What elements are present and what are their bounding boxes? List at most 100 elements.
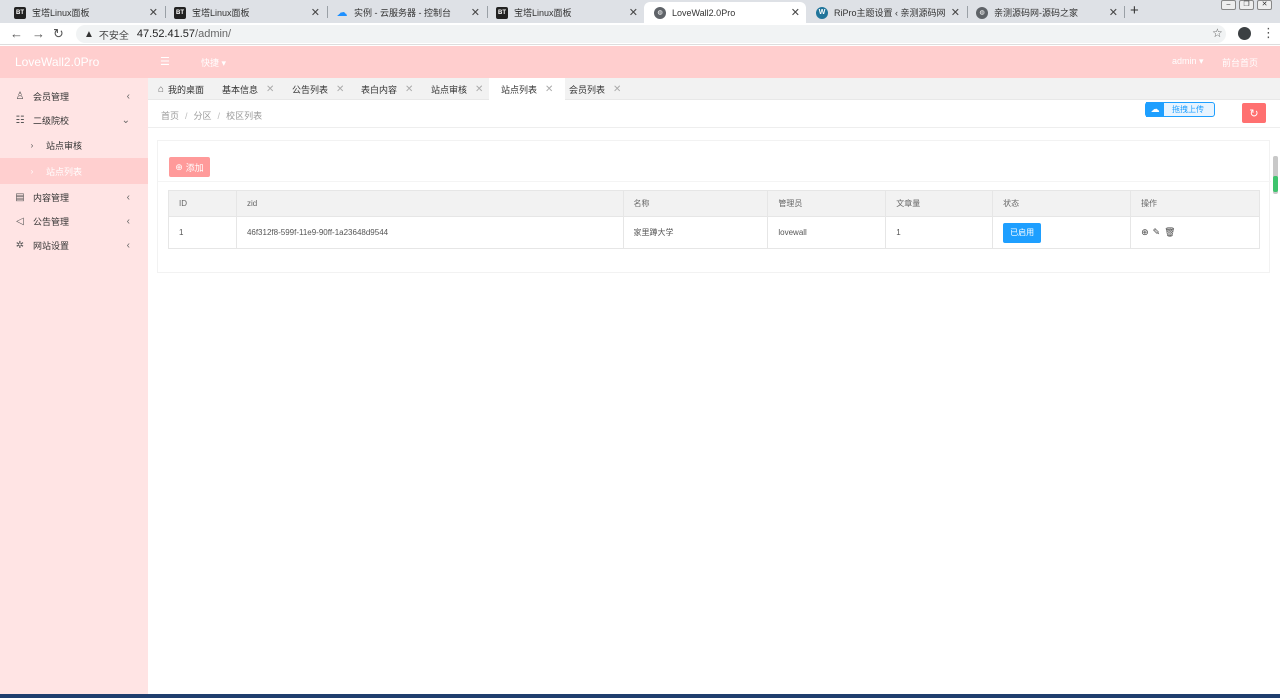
- drag-upload-button[interactable]: ☁ 拖拽上传: [1145, 102, 1215, 117]
- column-header: 管理员: [767, 190, 887, 217]
- chevron-down-icon: ▾: [1199, 56, 1204, 66]
- new-tab-button[interactable]: +: [1130, 2, 1139, 19]
- chevron-right-icon: ›: [30, 166, 34, 176]
- close-icon[interactable]: ✕: [475, 84, 483, 95]
- back-icon[interactable]: ←: [10, 26, 23, 41]
- warning-icon: ▲: [84, 28, 94, 40]
- cell-actions: ⊕ ✎ 🗑: [1130, 216, 1260, 249]
- close-icon[interactable]: ✕: [471, 6, 480, 19]
- tab-confession-content[interactable]: 表白内容 ✕: [361, 78, 413, 100]
- minimize-icon[interactable]: ‒: [1221, 0, 1236, 10]
- speaker-icon: ◁: [16, 215, 24, 227]
- browser-tab-label: 实例 - 云服务器 - 控制台: [354, 8, 451, 18]
- chevron-down-icon: ▾: [221, 58, 227, 68]
- bookmark-star-icon[interactable]: ☆: [1212, 26, 1223, 40]
- breadcrumb-home[interactable]: 首页: [161, 111, 179, 121]
- tab-desktop[interactable]: ⌂ 我的桌面: [158, 78, 204, 100]
- list-icon: ☷: [15, 114, 25, 126]
- edit-icon[interactable]: ✎: [1153, 227, 1161, 237]
- add-button-label: 添加: [185, 162, 204, 173]
- browser-tab[interactable]: BT 宝塔Linux面板 ✕: [486, 2, 644, 23]
- user-menu[interactable]: admin ▾: [1172, 56, 1204, 67]
- close-icon[interactable]: ✕: [1109, 6, 1118, 19]
- refresh-button[interactable]: ↻: [1242, 103, 1266, 123]
- close-icon[interactable]: ✕: [951, 6, 960, 19]
- close-icon[interactable]: ✕: [149, 6, 158, 19]
- browser-tab[interactable]: W RiPro主题设置 ‹ 亲测源码网 — W ✕: [806, 2, 966, 23]
- sidebar-item-label: 内容管理: [33, 192, 70, 203]
- add-button[interactable]: ⊕ 添加: [169, 157, 210, 177]
- column-header: 文章量: [885, 190, 994, 217]
- column-header: 名称: [622, 190, 769, 217]
- chevron-left-icon: ‹: [126, 191, 130, 203]
- browser-tab-active[interactable]: ◍ LoveWall2.0Pro ✕: [644, 2, 806, 23]
- close-window-icon[interactable]: ✕: [1257, 0, 1272, 10]
- browser-tab-label: RiPro主题设置 ‹ 亲测源码网 — W: [834, 8, 945, 18]
- app-header: LoveWall2.0Pro ☰ 快捷 ▾ admin ▾ 前台首页: [0, 46, 1280, 78]
- sidebar-item-label: 站点审核: [46, 140, 83, 151]
- hamburger-icon[interactable]: ☰: [160, 55, 170, 68]
- close-icon[interactable]: ✕: [791, 6, 800, 19]
- globe-favicon-icon: ◍: [976, 6, 988, 19]
- cell-name: 家里蹲大学: [622, 216, 769, 249]
- browser-tab[interactable]: ◍ 亲测源码网-源码之家 ✕: [966, 2, 1124, 23]
- tab-site-list[interactable]: 站点列表 ✕: [489, 78, 566, 100]
- tab-member-list[interactable]: 会员列表 ✕: [569, 78, 621, 100]
- tab-site-review[interactable]: 站点审核 ✕: [431, 78, 483, 100]
- close-icon[interactable]: ✕: [311, 6, 320, 19]
- add-icon[interactable]: ⊕: [1141, 227, 1149, 237]
- chevron-left-icon: ‹: [126, 215, 130, 227]
- reload-icon[interactable]: ↻: [53, 26, 64, 42]
- tab-announcement-list[interactable]: 公告列表 ✕: [292, 78, 344, 100]
- tab-label: 站点列表: [501, 84, 538, 95]
- chevron-down-icon: ⌄: [121, 114, 130, 126]
- browser-tab[interactable]: BT 宝塔Linux面板 ✕: [4, 2, 164, 23]
- close-icon[interactable]: ✕: [613, 84, 621, 95]
- page-tabs: ⌂ 我的桌面 基本信息 ✕ 公告列表 ✕ 表白内容 ✕ 站点审核 ✕ 站点列表 ✕ 会员列…: [148, 78, 1280, 100]
- trash-icon[interactable]: 🗑: [1164, 227, 1175, 237]
- sidebar-item-content[interactable]: ▤ 内容管理 ‹: [0, 185, 148, 209]
- browser-tab[interactable]: ☁ 实例 - 云服务器 - 控制台 ✕: [326, 2, 486, 23]
- browser-tab-bar: BT 宝塔Linux面板 ✕ BT 宝塔Linux面板 ✕ ☁ 实例 - 云服务…: [0, 0, 1280, 23]
- close-icon[interactable]: ✕: [336, 84, 344, 95]
- sidebar-item-site-list[interactable]: › 站点列表: [0, 158, 148, 184]
- gear-icon: ✲: [15, 239, 25, 251]
- tab-separator: [1124, 6, 1125, 18]
- content-icon: ▤: [15, 191, 25, 203]
- app-logo: LoveWall2.0Pro: [15, 55, 100, 69]
- status-toggle-button[interactable]: 已启用: [1003, 222, 1042, 243]
- sidebar-item-members[interactable]: ♙ 会员管理 ‹: [0, 84, 148, 108]
- front-home-link[interactable]: 前台首页: [1222, 56, 1258, 69]
- sidebar-item-settings[interactable]: ✲ 网站设置 ‹: [0, 233, 148, 257]
- close-icon[interactable]: ✕: [629, 6, 638, 19]
- refresh-icon: ↻: [1249, 107, 1259, 120]
- close-icon[interactable]: ✕: [405, 84, 413, 95]
- cell-id: 1: [168, 216, 237, 249]
- upload-cloud-icon: ☁: [1146, 102, 1164, 117]
- tab-basic-info[interactable]: 基本信息 ✕: [222, 78, 274, 100]
- forward-icon[interactable]: →: [32, 26, 45, 41]
- close-icon[interactable]: ✕: [266, 84, 274, 95]
- restore-icon[interactable]: ❐: [1239, 0, 1254, 10]
- browser-tab[interactable]: BT 宝塔Linux面板 ✕: [164, 2, 326, 23]
- home-icon: ⌂: [158, 83, 165, 95]
- url-input[interactable]: ▲ 不安全 47.52.41.57/admin/: [76, 25, 1226, 43]
- chevron-right-icon: ›: [30, 140, 34, 150]
- breadcrumb-current: 校区列表: [226, 111, 263, 121]
- browser-tab-label: 亲测源码网-源码之家: [994, 8, 1078, 18]
- quick-menu[interactable]: 快捷 ▾: [201, 56, 226, 69]
- sidebar-item-announcements[interactable]: ◁ 公告管理 ‹: [0, 209, 148, 233]
- close-icon[interactable]: ✕: [545, 84, 553, 95]
- breadcrumb-section[interactable]: 分区: [194, 111, 212, 121]
- browser-tab-label: 宝塔Linux面板: [32, 8, 90, 18]
- tab-label: 我的桌面: [168, 84, 205, 95]
- sidebar-item-site-review[interactable]: › 站点审核: [0, 133, 148, 157]
- table-row: 1 46f312f8-599f-11e9-90ff-1a23648d9544 家…: [168, 216, 1260, 249]
- account-icon[interactable]: [1238, 27, 1251, 40]
- security-label: 不安全: [98, 30, 129, 42]
- chevron-left-icon: ‹: [126, 90, 130, 102]
- menu-kebab-icon[interactable]: ⋮: [1262, 25, 1275, 41]
- sidebar-item-colleges[interactable]: ☷ 二级院校 ⌄: [0, 108, 148, 132]
- column-header: ID: [168, 190, 237, 217]
- add-circle-icon: ⊕: [175, 161, 183, 172]
